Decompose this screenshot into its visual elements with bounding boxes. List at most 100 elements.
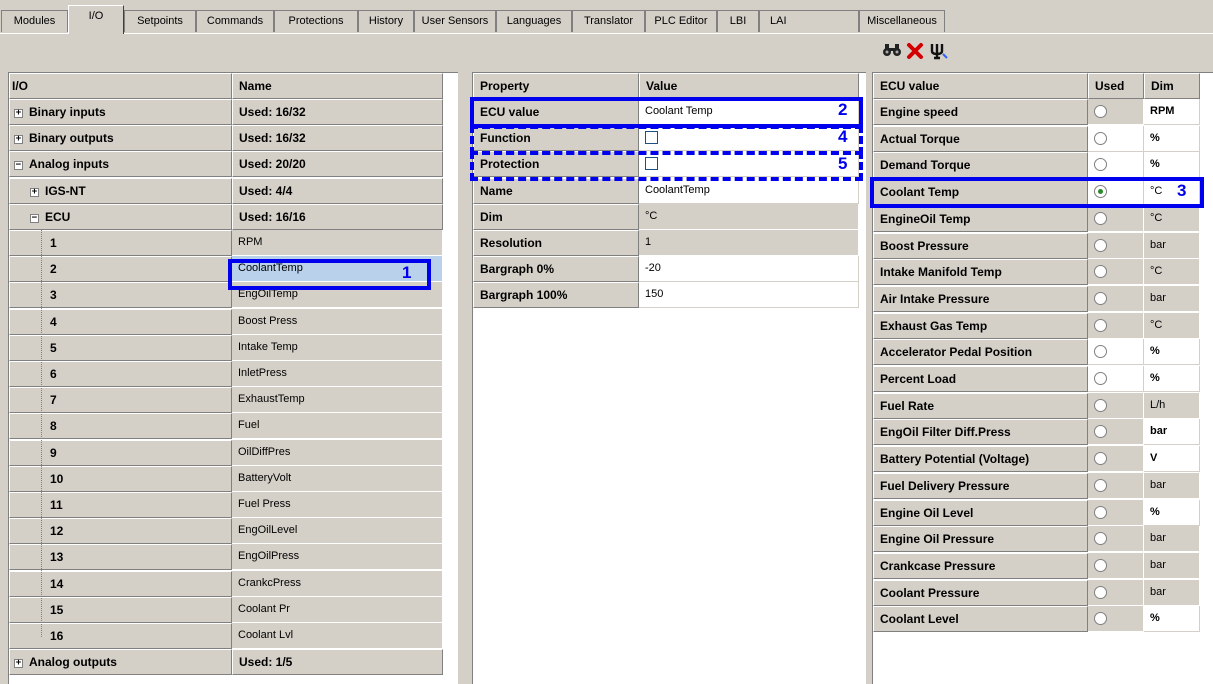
ecu-value-row[interactable]: Crankcase Pressure bar bbox=[873, 552, 1200, 579]
function-checkbox-cell[interactable] bbox=[639, 125, 859, 152]
ecu-io-row[interactable]: 10 BatteryVolt bbox=[9, 465, 443, 492]
tree-group-label[interactable]: + Analog outputs bbox=[9, 649, 232, 676]
tab-commands[interactable]: Commands bbox=[196, 10, 274, 32]
tab-miscellaneous[interactable]: Miscellaneous bbox=[859, 10, 945, 32]
used-radio-button[interactable] bbox=[1094, 185, 1107, 199]
used-radio-button[interactable] bbox=[1094, 585, 1107, 599]
ecu-io-name[interactable]: InletPress bbox=[232, 361, 443, 387]
ecu-io-number[interactable]: 11 bbox=[9, 492, 232, 518]
ecu-value-name[interactable]: EngineOil Temp bbox=[873, 205, 1088, 232]
tab-io[interactable]: I/O bbox=[68, 5, 124, 34]
ecu-value-row[interactable]: Engine Oil Pressure bar bbox=[873, 526, 1200, 553]
tab-plc-editor[interactable]: PLC Editor bbox=[645, 10, 717, 32]
ecu-io-name[interactable]: Fuel bbox=[232, 413, 443, 440]
ecu-value-name[interactable]: Engine Oil Level bbox=[873, 499, 1088, 526]
ecu-io-row[interactable]: 5 Intake Temp bbox=[9, 334, 443, 361]
tree-group-label[interactable]: + Binary inputs bbox=[9, 99, 232, 125]
ecu-value-name[interactable]: Exhaust Gas Temp bbox=[873, 312, 1088, 339]
ecu-value-name[interactable]: Accelerator Pedal Position bbox=[873, 339, 1088, 366]
ecu-io-name[interactable]: Intake Temp bbox=[232, 334, 443, 361]
name-column-header[interactable]: Name bbox=[232, 73, 443, 99]
tree-group-label[interactable]: + Binary outputs bbox=[9, 125, 232, 152]
tab-history[interactable]: History bbox=[358, 10, 414, 32]
ecu-value-row[interactable]: Demand Torque % bbox=[873, 152, 1200, 179]
ecu-value-row[interactable]: Coolant Pressure bar bbox=[873, 579, 1200, 606]
property-row[interactable]: Bargraph 0% -20 bbox=[473, 256, 859, 283]
used-radio-cell[interactable] bbox=[1088, 179, 1144, 206]
ecu-io-number[interactable]: 4 bbox=[9, 308, 232, 335]
used-radio-cell[interactable] bbox=[1088, 606, 1144, 633]
ecu-value-row[interactable]: Air Intake Pressure bar bbox=[873, 285, 1200, 312]
used-radio-button[interactable] bbox=[1094, 425, 1107, 439]
ecu-value-row[interactable]: Actual Torque % bbox=[873, 125, 1200, 152]
collapse-icon[interactable]: − bbox=[30, 213, 39, 223]
ecu-io-row[interactable]: 2 CoolantTemp bbox=[9, 256, 443, 283]
value-column-header[interactable]: Value bbox=[639, 73, 859, 99]
tree-group-label[interactable]: + IGS-NT bbox=[9, 177, 232, 204]
used-radio-button[interactable] bbox=[1094, 372, 1107, 385]
function-checkbox[interactable] bbox=[645, 131, 658, 145]
property-column-header[interactable]: Property bbox=[473, 73, 639, 99]
ecu-value-row[interactable]: Engine speed RPM bbox=[873, 99, 1200, 125]
property-row[interactable]: Resolution 1 bbox=[473, 230, 859, 256]
ecu-io-number[interactable]: 5 bbox=[9, 334, 232, 361]
ecu-io-row[interactable]: 15 Coolant Pr bbox=[9, 596, 443, 623]
tab-user-sensors[interactable]: User Sensors bbox=[414, 10, 496, 32]
ecu-io-row[interactable]: 9 OilDiffPres bbox=[9, 439, 443, 466]
ecu-value-name[interactable]: Coolant Level bbox=[873, 606, 1088, 633]
used-radio-cell[interactable] bbox=[1088, 99, 1144, 125]
used-radio-button[interactable] bbox=[1094, 558, 1107, 572]
expand-icon[interactable]: + bbox=[14, 659, 23, 669]
ecu-io-row[interactable]: 7 ExhaustTemp bbox=[9, 387, 443, 414]
ecu-io-number[interactable]: 2 bbox=[9, 256, 232, 283]
ecu-io-number[interactable]: 14 bbox=[9, 570, 232, 597]
used-column-header[interactable]: Used bbox=[1088, 73, 1144, 99]
dim-column-header[interactable]: Dim bbox=[1144, 73, 1200, 99]
ecu-value-name[interactable]: Fuel Rate bbox=[873, 392, 1088, 419]
used-radio-cell[interactable] bbox=[1088, 526, 1144, 553]
expand-icon[interactable]: + bbox=[14, 135, 23, 145]
used-radio-button[interactable] bbox=[1094, 478, 1107, 492]
protection-checkbox-cell[interactable] bbox=[639, 151, 859, 178]
ecu-value-row[interactable]: Accelerator Pedal Position % bbox=[873, 339, 1200, 366]
collapse-icon[interactable]: − bbox=[14, 161, 23, 171]
ecu-io-number[interactable]: 15 bbox=[9, 596, 232, 623]
ecu-value-name[interactable]: Demand Torque bbox=[873, 152, 1088, 179]
ecu-value-row[interactable]: Percent Load % bbox=[873, 366, 1200, 392]
ecu-io-row[interactable]: 11 Fuel Press bbox=[9, 492, 443, 518]
ecu-io-name[interactable]: RPM bbox=[232, 230, 443, 256]
tree-group-row[interactable]: − ECU Used: 16/16 bbox=[9, 203, 443, 230]
used-radio-button[interactable] bbox=[1094, 211, 1107, 225]
used-radio-cell[interactable] bbox=[1088, 366, 1144, 392]
ecu-value-name[interactable]: Coolant Pressure bbox=[873, 579, 1088, 606]
property-value[interactable]: Coolant Temp bbox=[639, 99, 859, 125]
ecu-io-number[interactable]: 6 bbox=[9, 361, 232, 387]
used-radio-cell[interactable] bbox=[1088, 472, 1144, 499]
used-radio-button[interactable] bbox=[1094, 318, 1107, 332]
ecu-value-row[interactable]: Coolant Temp °C bbox=[873, 179, 1200, 206]
ecu-io-row[interactable]: 14 CrankcPress bbox=[9, 570, 443, 597]
used-radio-button[interactable] bbox=[1094, 452, 1107, 466]
expand-icon[interactable]: + bbox=[14, 109, 23, 118]
property-row[interactable]: Name CoolantTemp bbox=[473, 177, 859, 204]
used-radio-cell[interactable] bbox=[1088, 259, 1144, 286]
used-radio-cell[interactable] bbox=[1088, 285, 1144, 312]
ecu-io-number[interactable]: 13 bbox=[9, 544, 232, 571]
ecu-io-row[interactable]: 4 Boost Press bbox=[9, 308, 443, 335]
used-radio-cell[interactable] bbox=[1088, 125, 1144, 152]
ecu-value-row[interactable]: Exhaust Gas Temp °C bbox=[873, 312, 1200, 339]
tree-group-row[interactable]: + IGS-NT Used: 4/4 bbox=[9, 177, 443, 204]
ecu-io-name[interactable]: Coolant Lvl bbox=[232, 623, 443, 649]
psi-tool-icon[interactable] bbox=[928, 42, 950, 60]
ecu-value-row[interactable]: Fuel Rate L/h bbox=[873, 392, 1200, 419]
property-row[interactable]: ECU value Coolant Temp bbox=[473, 99, 859, 125]
used-radio-button[interactable] bbox=[1094, 291, 1107, 305]
property-value[interactable]: CoolantTemp bbox=[639, 177, 859, 204]
ecu-value-name[interactable]: Boost Pressure bbox=[873, 232, 1088, 259]
ecu-io-name[interactable]: Coolant Pr bbox=[232, 596, 443, 623]
io-column-header[interactable]: I/O bbox=[9, 73, 232, 99]
ecu-value-row[interactable]: Boost Pressure bar bbox=[873, 232, 1200, 259]
ecu-value-row[interactable]: EngOil Filter Diff.Press bar bbox=[873, 419, 1200, 446]
ecu-io-name[interactable]: Boost Press bbox=[232, 308, 443, 335]
used-radio-cell[interactable] bbox=[1088, 552, 1144, 579]
